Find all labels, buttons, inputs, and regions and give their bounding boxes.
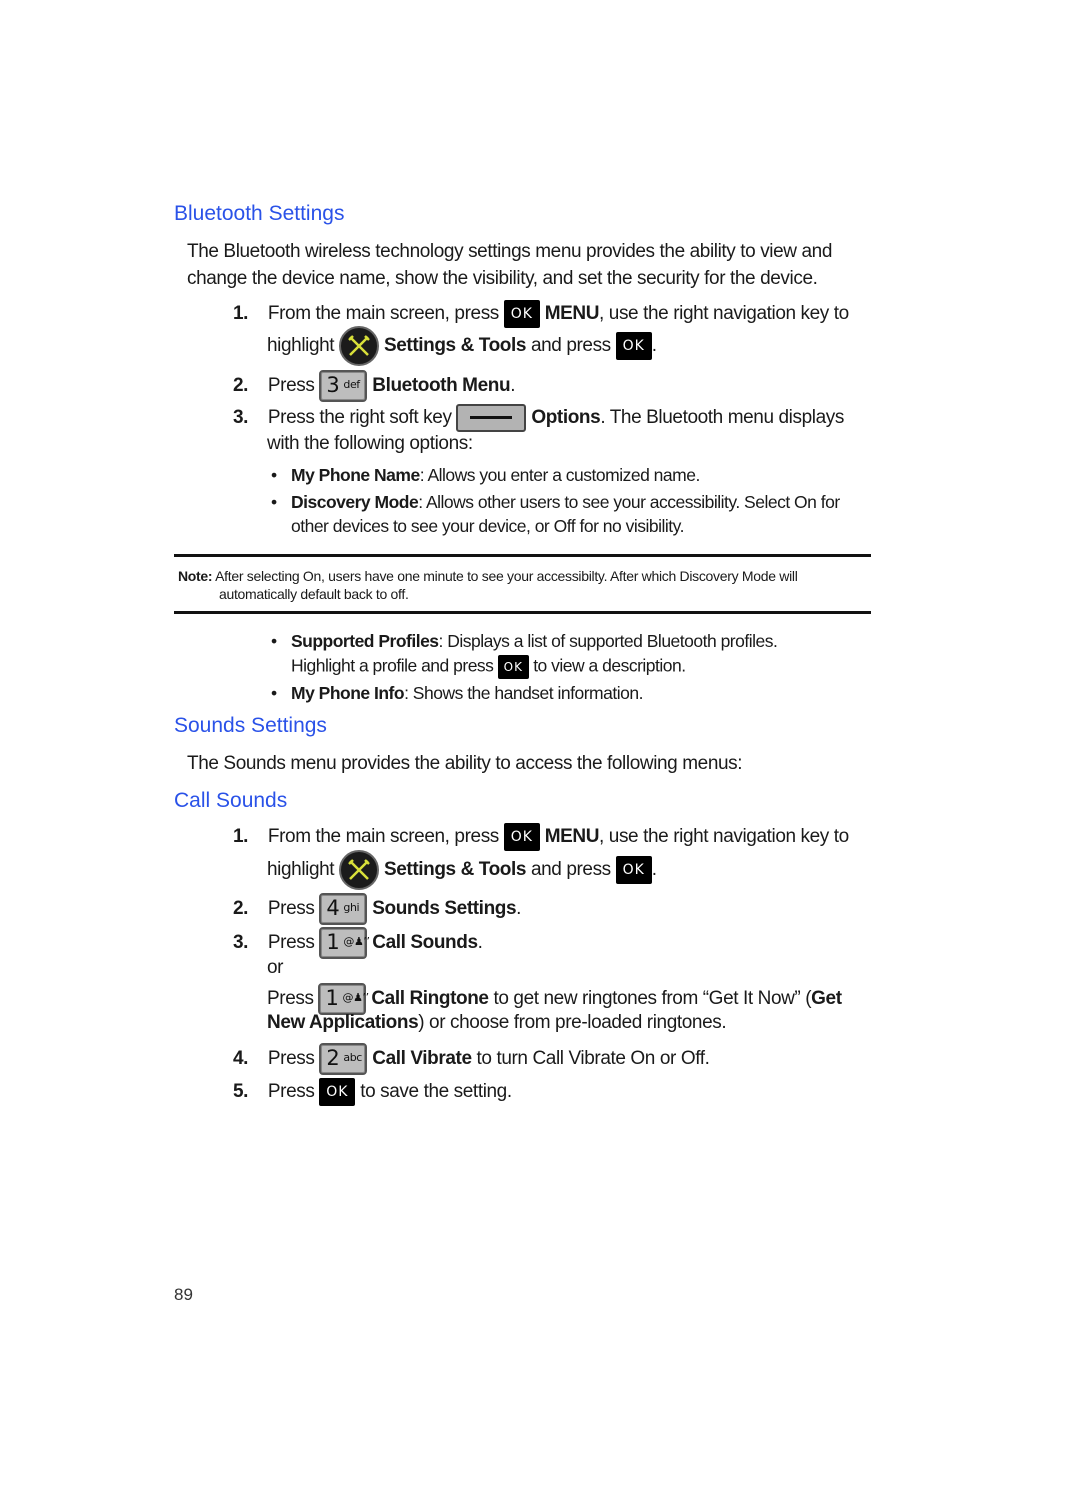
key-1-voicemail-icon: 1 @♟’’: [319, 927, 370, 959]
option-discovery-mode: • Discovery Mode: Allows other users to s…: [271, 492, 840, 512]
key-1-voicemail-icon: 1 @♟’’: [318, 983, 369, 1015]
option-my-phone-info: • My Phone Info: Shows the handset inform…: [271, 683, 643, 703]
note-top-rule: [174, 554, 871, 557]
bluetooth-step-1-line-2: highlight Settings & Tools and press OK.: [267, 326, 657, 366]
sounds-step-1: 1. From the main screen, press OK MENU, …: [233, 823, 849, 851]
bluetooth-step-3-line-2: with the following options:: [267, 433, 473, 454]
bluetooth-step-3: 3. Press the right soft key Options. The…: [233, 404, 844, 432]
sounds-step-2: 2. Press 4 ghi Sounds Settings.: [233, 893, 521, 925]
bluetooth-step-2: 2. Press 3 def Bluetooth Menu.: [233, 370, 515, 402]
right-soft-key-icon: [456, 404, 527, 432]
note-line-2: automatically default back to off.: [219, 586, 409, 602]
option-my-phone-name: • My Phone Name: Allows you enter a custo…: [271, 465, 700, 485]
sounds-step-4: 4. Press 2 abc Call Vibrate to turn Call …: [233, 1043, 710, 1075]
sounds-step-3: 3. Press 1 @♟’’ Call Sounds.: [233, 927, 483, 959]
sounds-step-1-line-2: highlight Settings & Tools and press OK.: [267, 850, 657, 890]
settings-tools-icon: [339, 850, 380, 890]
bluetooth-intro-line-1: The Bluetooth wireless technology settin…: [187, 241, 832, 262]
manual-page: Bluetooth Settings The Bluetooth wireles…: [0, 0, 1080, 1492]
option-supported-profiles: • Supported Profiles: Displays a list of …: [271, 631, 778, 651]
call-sounds-heading: Call Sounds: [174, 789, 288, 812]
sounds-settings-heading: Sounds Settings: [174, 714, 327, 737]
ok-key-icon: OK: [319, 1078, 356, 1106]
sounds-step-3-alt: Press 1 @♟’’ Call Ringtone to get new rin…: [267, 983, 842, 1015]
bluetooth-step-1: 1. From the main screen, press OK MENU, …: [233, 300, 849, 328]
ok-key-icon: OK: [615, 856, 652, 884]
bluetooth-settings-heading: Bluetooth Settings: [174, 202, 345, 225]
key-3-def-icon: 3 def: [319, 370, 368, 402]
settings-tools-icon: [339, 326, 380, 366]
key-2-abc-icon: 2 abc: [319, 1043, 368, 1075]
sounds-step-5: 5. Press OK to save the setting.: [233, 1078, 512, 1106]
ok-key-icon: OK: [497, 655, 529, 679]
ok-key-icon: OK: [503, 823, 540, 851]
key-4-ghi-icon: 4 ghi: [319, 893, 368, 925]
note-line-1: Note: After selecting On, users have one…: [178, 568, 798, 584]
bluetooth-intro-line-2: change the device name, show the visibil…: [187, 268, 818, 289]
note-bottom-rule: [174, 611, 871, 614]
page-number: 89: [174, 1285, 193, 1304]
sounds-step-3-or: or: [267, 957, 284, 978]
option-supported-profiles-line-2: Highlight a profile and press OK to view…: [291, 655, 686, 679]
sounds-intro: The Sounds menu provides the ability to …: [187, 753, 743, 774]
sounds-step-3-alt-line-2: New Applications) or choose from pre-loa…: [267, 1012, 727, 1033]
option-discovery-mode-line-2: other devices to see your device, or Off…: [291, 516, 684, 536]
ok-key-icon: OK: [615, 332, 652, 360]
ok-key-icon: OK: [503, 300, 540, 328]
